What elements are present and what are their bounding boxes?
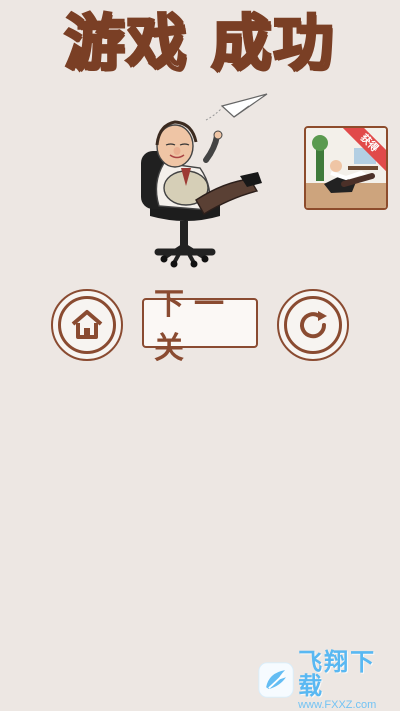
home-icon	[71, 310, 103, 339]
reward-card[interactable]: 获得	[304, 126, 388, 210]
watermark-brand: 飞翔下载	[298, 647, 377, 700]
victory-character-image	[141, 93, 268, 268]
next-level-label: 下一关	[154, 287, 234, 366]
paper-plane-icon	[205, 93, 268, 121]
retry-button[interactable]	[277, 289, 349, 361]
home-button[interactable]	[51, 289, 123, 361]
retry-button-inner	[284, 296, 342, 354]
watermark-url: www.FXXZ.com	[298, 698, 377, 711]
page-title: 游戏 成功	[63, 8, 336, 81]
watermark-text: 飞翔下载 www.FXXZ.com	[298, 650, 392, 711]
next-level-button[interactable]: 下一关	[142, 287, 258, 366]
home-button-inner	[58, 296, 116, 354]
businessman-character	[155, 120, 262, 215]
watermark: 飞翔下载 www.FXXZ.com	[258, 650, 392, 710]
feixiang-logo-icon	[258, 662, 294, 698]
refresh-icon	[300, 311, 327, 339]
